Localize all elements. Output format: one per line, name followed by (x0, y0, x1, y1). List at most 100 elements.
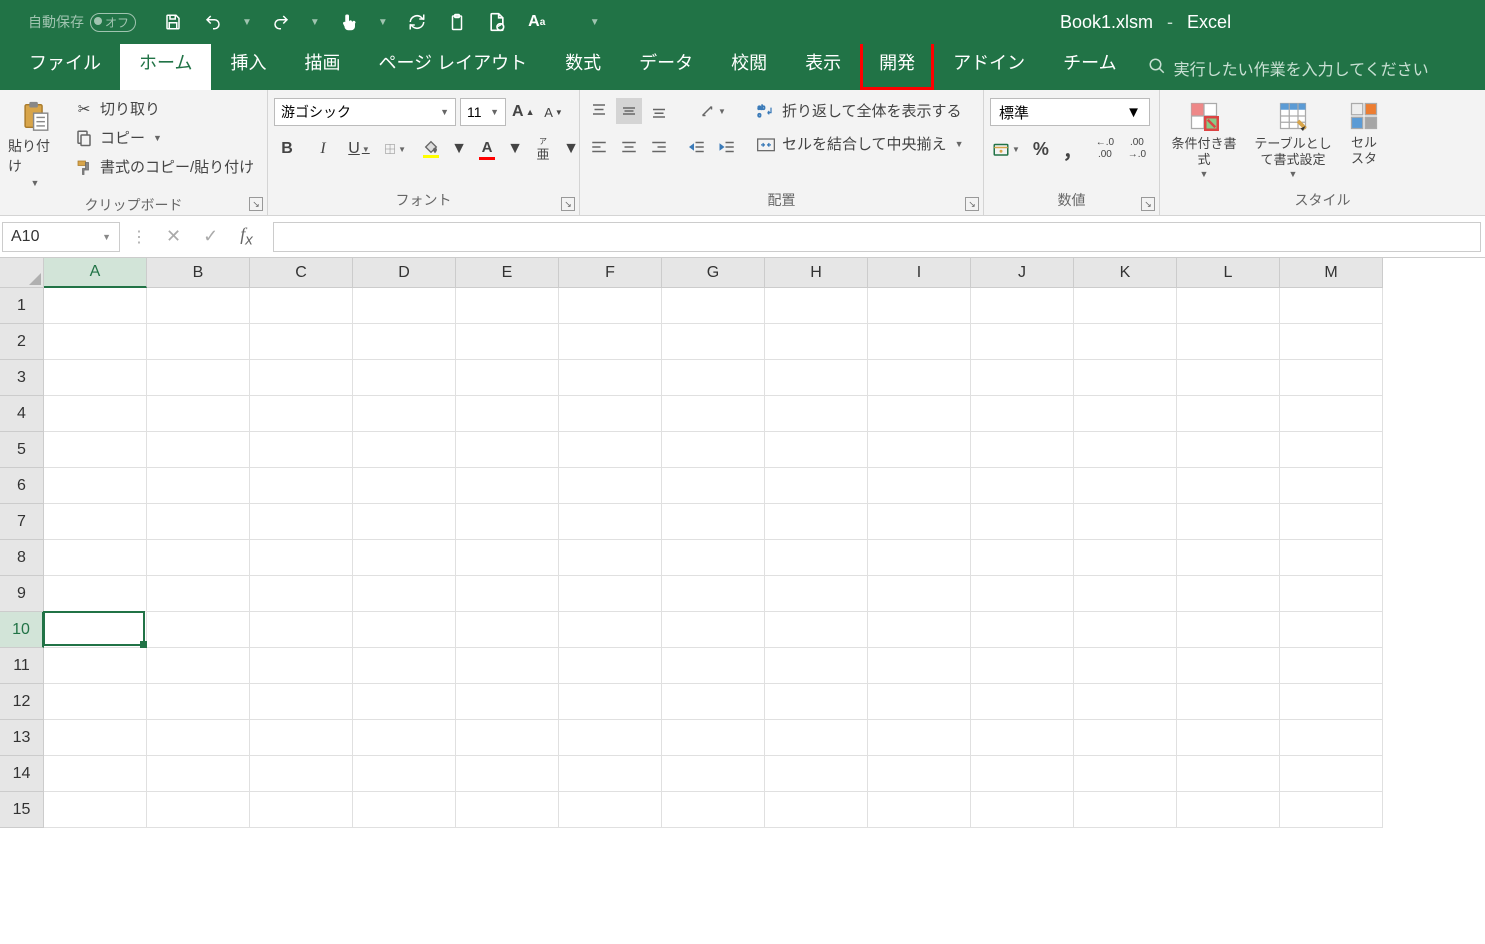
cell[interactable] (662, 324, 765, 360)
cell[interactable] (456, 396, 559, 432)
cell[interactable] (765, 756, 868, 792)
cell[interactable] (353, 720, 456, 756)
column-header[interactable]: J (971, 258, 1074, 288)
cell[interactable] (44, 648, 147, 684)
cell[interactable] (456, 612, 559, 648)
cell[interactable] (971, 504, 1074, 540)
cell[interactable] (868, 288, 971, 324)
cell[interactable] (250, 576, 353, 612)
cell-styles-button[interactable]: セル スタ (1344, 94, 1384, 171)
cell[interactable] (971, 792, 1074, 828)
column-header[interactable]: F (559, 258, 662, 288)
cell[interactable] (1280, 432, 1383, 468)
row-header[interactable]: 14 (0, 756, 44, 792)
cell[interactable] (353, 540, 456, 576)
column-header[interactable]: L (1177, 258, 1280, 288)
cell[interactable] (147, 612, 250, 648)
font-size-combo[interactable]: 11▼ (460, 98, 506, 126)
refresh-icon[interactable] (406, 11, 428, 33)
column-header[interactable]: G (662, 258, 765, 288)
cell[interactable] (765, 720, 868, 756)
column-header[interactable]: K (1074, 258, 1177, 288)
row-header[interactable]: 5 (0, 432, 44, 468)
fill-color-button[interactable] (418, 136, 444, 162)
row-header[interactable]: 4 (0, 396, 44, 432)
decrease-decimal-button[interactable]: .00→.0 (1124, 136, 1150, 162)
tab-2[interactable]: 挿入 (211, 36, 285, 90)
cell[interactable] (250, 504, 353, 540)
cancel-icon[interactable]: ✕ (166, 226, 181, 247)
cell[interactable] (1177, 288, 1280, 324)
name-box[interactable]: A10 ▼ (2, 222, 120, 252)
cell[interactable] (1074, 684, 1177, 720)
cell[interactable] (971, 324, 1074, 360)
row-header[interactable]: 3 (0, 360, 44, 396)
cell[interactable] (971, 576, 1074, 612)
cell[interactable] (1280, 504, 1383, 540)
cell[interactable] (1177, 360, 1280, 396)
cell[interactable] (147, 504, 250, 540)
number-format-combo[interactable]: 標準 ▼ (990, 98, 1150, 126)
tab-7[interactable]: 校閲 (712, 36, 786, 90)
chevron-down-icon[interactable]: ▼ (510, 136, 520, 162)
cell[interactable] (1177, 468, 1280, 504)
enter-icon[interactable]: ✓ (203, 226, 218, 247)
tab-4[interactable]: ページ レイアウト (359, 36, 546, 90)
cell[interactable] (353, 576, 456, 612)
font-color-button[interactable]: A (474, 136, 500, 162)
cell[interactable] (456, 540, 559, 576)
row-header[interactable]: 8 (0, 540, 44, 576)
cell[interactable] (868, 540, 971, 576)
cell[interactable] (353, 396, 456, 432)
cell[interactable] (971, 684, 1074, 720)
cell[interactable] (250, 468, 353, 504)
bold-button[interactable]: B (274, 136, 300, 162)
cell[interactable] (353, 324, 456, 360)
cell[interactable] (971, 468, 1074, 504)
cell[interactable] (765, 288, 868, 324)
cell[interactable] (44, 288, 147, 324)
cell[interactable] (765, 792, 868, 828)
cell[interactable] (559, 792, 662, 828)
cell[interactable] (147, 684, 250, 720)
cell[interactable] (559, 576, 662, 612)
cell[interactable] (147, 648, 250, 684)
underline-button[interactable]: U▼ (346, 136, 372, 162)
accounting-format-button[interactable]: ▼ (990, 136, 1022, 162)
cell[interactable] (353, 756, 456, 792)
cell[interactable] (1177, 756, 1280, 792)
cell[interactable] (1280, 396, 1383, 432)
cell[interactable] (1074, 540, 1177, 576)
cell[interactable] (765, 576, 868, 612)
cell[interactable] (250, 756, 353, 792)
cell[interactable] (250, 360, 353, 396)
cell[interactable] (353, 432, 456, 468)
wrap-text-button[interactable]: abc 折り返して全体を表示する (752, 98, 967, 123)
cell[interactable] (971, 360, 1074, 396)
cell[interactable] (147, 468, 250, 504)
cell[interactable] (44, 612, 147, 648)
clipboard-icon[interactable] (446, 11, 468, 33)
cell[interactable] (868, 360, 971, 396)
cell[interactable] (662, 720, 765, 756)
cell[interactable] (1280, 288, 1383, 324)
cell[interactable] (971, 756, 1074, 792)
cell[interactable] (250, 612, 353, 648)
grow-font-button[interactable]: A▲ (510, 99, 536, 125)
percent-button[interactable]: % (1028, 136, 1054, 162)
cell[interactable] (868, 432, 971, 468)
cut-button[interactable]: ✂ 切り取り (70, 96, 258, 121)
cell[interactable] (1280, 792, 1383, 828)
cell[interactable] (559, 612, 662, 648)
cell[interactable] (353, 288, 456, 324)
cell[interactable] (1280, 756, 1383, 792)
cell[interactable] (456, 468, 559, 504)
cell[interactable] (456, 792, 559, 828)
dialog-launcher-icon[interactable]: ↘ (965, 197, 979, 211)
cell[interactable] (44, 504, 147, 540)
cell[interactable] (971, 612, 1074, 648)
cell[interactable] (44, 324, 147, 360)
cell[interactable] (971, 396, 1074, 432)
cell[interactable] (147, 792, 250, 828)
cell[interactable] (1177, 540, 1280, 576)
